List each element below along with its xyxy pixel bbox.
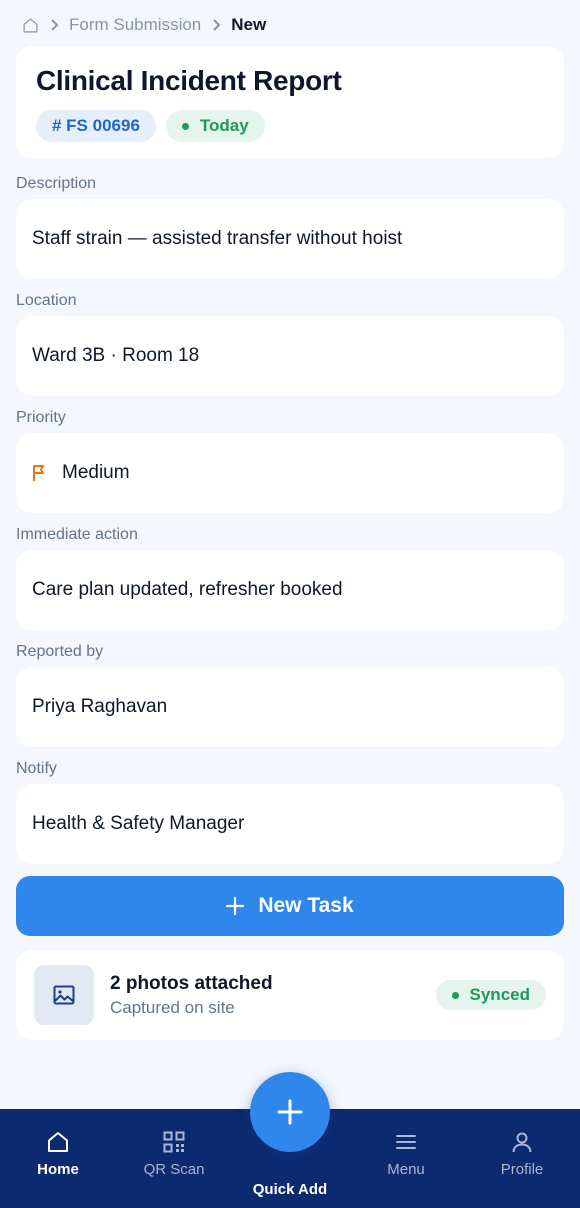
page-title: Clinical Incident Report bbox=[36, 65, 342, 96]
status-dot bbox=[181, 122, 189, 130]
priority-label: Priority bbox=[16, 409, 66, 426]
synced-badge: Synced bbox=[435, 980, 546, 1010]
reported-by-label: Reported by bbox=[16, 643, 104, 660]
reported-by-value: Priya Raghavan bbox=[32, 696, 168, 717]
flag-icon bbox=[32, 464, 46, 482]
date-badge-label: Today bbox=[199, 116, 249, 135]
plus-icon bbox=[277, 1099, 303, 1125]
priority-field[interactable]: Medium bbox=[16, 433, 564, 513]
description-label: Description bbox=[16, 175, 97, 192]
nav-item-profile[interactable]: Profile bbox=[472, 1129, 572, 1178]
chevron-right-icon bbox=[49, 19, 59, 31]
chevron-right-icon bbox=[211, 19, 221, 31]
location-label: Location bbox=[16, 292, 77, 309]
status-dot bbox=[451, 991, 459, 999]
home-icon bbox=[46, 1129, 70, 1155]
notify-value: Health & Safety Manager bbox=[32, 813, 245, 834]
attachments-text: 2 photos attached Captured on site bbox=[110, 973, 436, 1018]
immediate-action-field[interactable]: Care plan updated, refresher booked bbox=[16, 550, 564, 630]
location-field[interactable]: Ward 3B · Room 18 bbox=[16, 316, 564, 396]
nav-item-label: Menu bbox=[387, 1161, 425, 1178]
nav-item-qr-scan[interactable]: QR Scan bbox=[124, 1129, 224, 1178]
nav-item-label: Home bbox=[37, 1161, 79, 1178]
description-value: Staff strain — assisted transfer without… bbox=[32, 228, 403, 249]
date-badge: Today bbox=[165, 110, 265, 142]
new-task-button[interactable]: New Task bbox=[16, 876, 564, 936]
image-icon bbox=[34, 965, 94, 1025]
quick-add-label: Quick Add bbox=[252, 1181, 328, 1198]
location-value: Ward 3B · Room 18 bbox=[32, 345, 200, 366]
attachments-title: 2 photos attached bbox=[110, 972, 273, 994]
breadcrumb-form-submission[interactable]: Form Submission bbox=[69, 15, 201, 35]
synced-label: Synced bbox=[469, 985, 530, 1004]
notify-field[interactable]: Health & Safety Manager bbox=[16, 784, 564, 864]
new-task-label: New Task bbox=[258, 894, 354, 917]
breadcrumb-current: New bbox=[231, 15, 267, 34]
description-field[interactable]: Staff strain — assisted transfer without… bbox=[16, 199, 564, 279]
immediate-action-label: Immediate action bbox=[16, 526, 138, 543]
notify-label: Notify bbox=[16, 760, 57, 777]
nav-item-label: QR Scan bbox=[143, 1161, 205, 1178]
immediate-action-value: Care plan updated, refresher booked bbox=[32, 579, 343, 600]
quick-add-button[interactable] bbox=[250, 1072, 330, 1152]
breadcrumb: Form Submission New bbox=[22, 14, 266, 36]
reported-by-field[interactable]: Priya Raghavan bbox=[16, 667, 564, 747]
attachments-subtitle: Captured on site bbox=[110, 997, 235, 1017]
header-badges: # FS 00696 Today bbox=[36, 110, 544, 142]
form-id-badge: # FS 00696 bbox=[36, 110, 156, 142]
attachments-card[interactable]: 2 photos attached Captured on site Synce… bbox=[16, 950, 564, 1040]
plus-icon bbox=[226, 897, 245, 915]
menu-icon bbox=[394, 1129, 418, 1155]
user-icon bbox=[510, 1129, 534, 1155]
nav-item-menu[interactable]: Menu bbox=[356, 1129, 456, 1178]
nav-item-label: Profile bbox=[500, 1161, 544, 1178]
header-card: Clinical Incident Report # FS 00696 Toda… bbox=[16, 46, 564, 158]
home-icon[interactable] bbox=[22, 17, 39, 34]
qr-icon bbox=[162, 1129, 186, 1155]
nav-item-home[interactable]: Home bbox=[8, 1129, 108, 1178]
priority-value: Medium bbox=[62, 462, 130, 483]
